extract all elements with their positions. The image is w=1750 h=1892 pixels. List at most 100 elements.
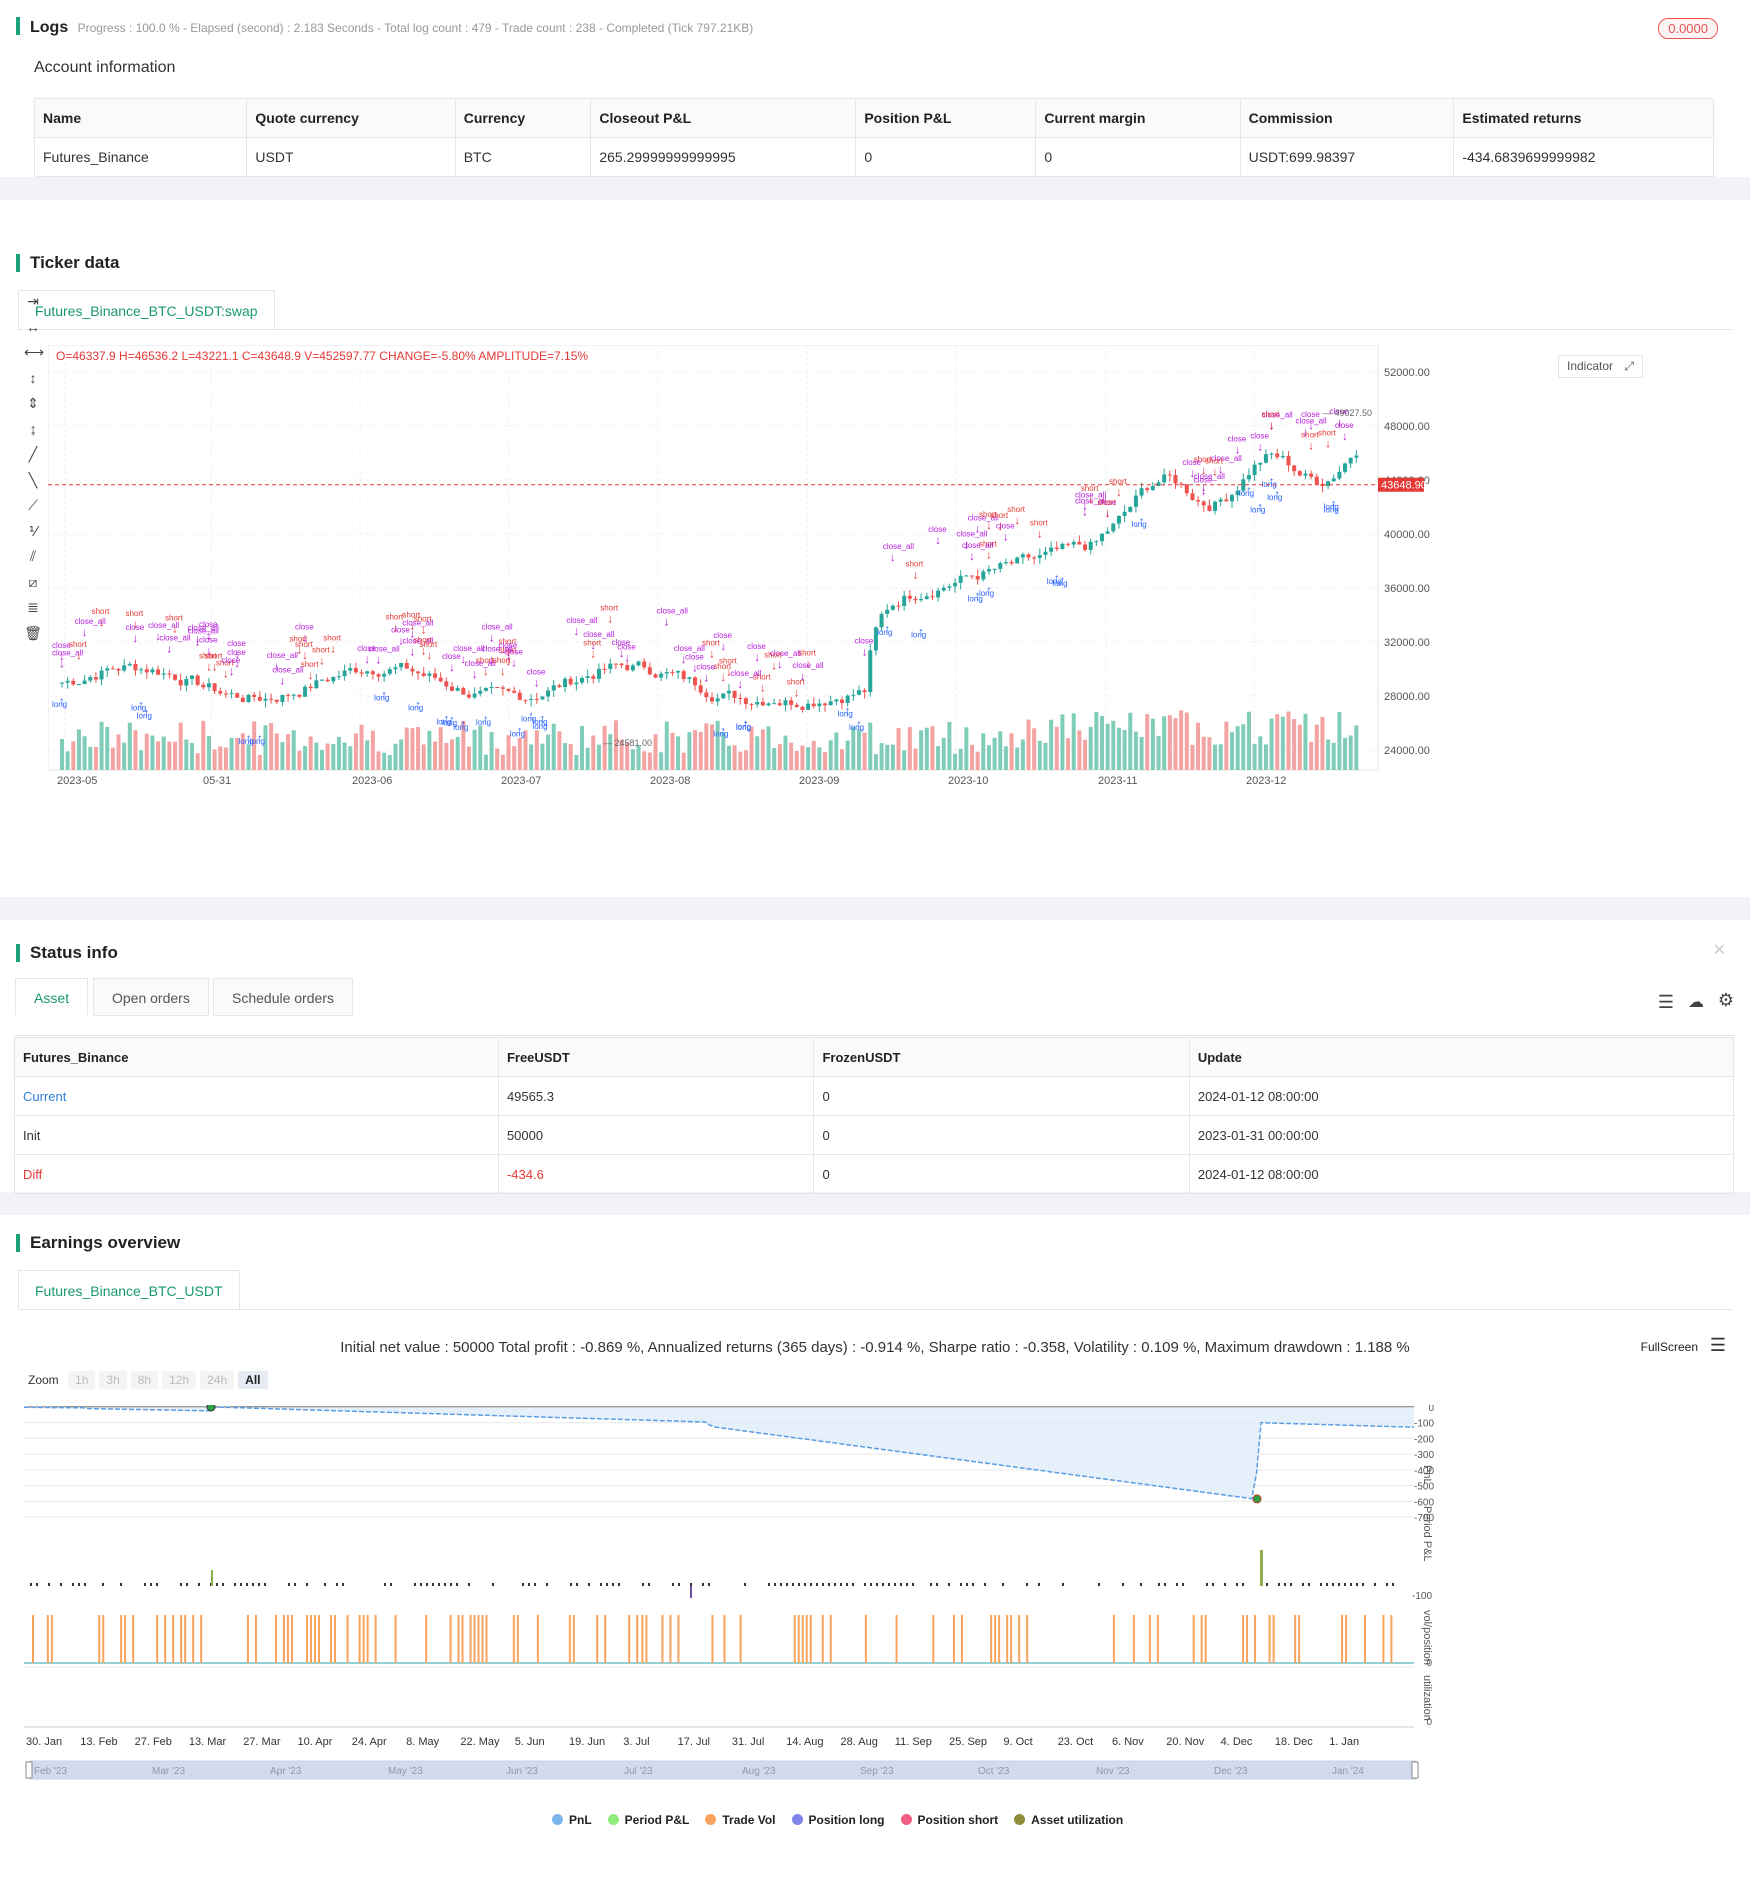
trade-arrow-icon: ↓	[1014, 513, 1020, 527]
period-bar	[828, 1583, 830, 1586]
candle-body	[913, 598, 918, 601]
zoom-12h[interactable]: 12h	[162, 1371, 197, 1389]
period-bar	[234, 1583, 236, 1586]
fib-icon[interactable]: ⅟	[24, 522, 42, 540]
tab-schedule-orders[interactable]: Schedule orders	[213, 978, 353, 1016]
cloud-icon[interactable]: ☁	[1688, 992, 1704, 1012]
volume-bar	[257, 754, 262, 770]
legend-item[interactable]: Trade Vol	[705, 1813, 776, 1827]
trade-vol-bar	[1010, 1615, 1013, 1663]
volume-bar	[636, 745, 641, 770]
candle-body	[122, 665, 127, 671]
tab-asset[interactable]: Asset	[15, 978, 89, 1016]
candle-body	[342, 670, 347, 677]
candle-body	[755, 702, 760, 705]
pitchfork-icon[interactable]: ⧄	[24, 573, 42, 591]
ray-line-icon[interactable]: ╲	[24, 471, 42, 489]
volume-bar	[1049, 719, 1054, 770]
candle-body	[568, 678, 573, 685]
zoom-8h[interactable]: 8h	[130, 1371, 159, 1389]
candle-body	[195, 675, 200, 685]
candle-body	[127, 663, 132, 666]
volume-bar	[1252, 743, 1257, 770]
zoom-24h[interactable]: 24h	[200, 1371, 235, 1389]
candle-body	[1049, 547, 1054, 552]
volume-bar	[1235, 726, 1240, 770]
volume-bar	[144, 733, 149, 770]
zoom-All[interactable]: All	[238, 1371, 268, 1389]
list-icon[interactable]: ☰	[1658, 992, 1674, 1013]
trade-vol-bar	[254, 1615, 257, 1663]
pnl-tick-label: -200	[1414, 1434, 1434, 1445]
fullscreen-button[interactable]: FullScreen	[1641, 1340, 1698, 1354]
period-bar	[852, 1583, 854, 1586]
trade-arrow-icon: ↓	[308, 668, 314, 682]
menu-icon[interactable]: ☰	[1710, 1335, 1726, 1356]
vertical-line-icon[interactable]: ⇕	[24, 394, 42, 412]
candle-body	[941, 587, 946, 591]
close-icon[interactable]: ✕	[1713, 940, 1726, 960]
trash-icon[interactable]: 🗑	[24, 624, 42, 642]
volume-bar	[444, 742, 449, 770]
table-row: Init 50000 0 2023-01-31 00:00:00	[14, 1115, 1735, 1155]
logs-badge[interactable]: 0.0000	[1658, 18, 1718, 39]
parallel-channel-icon[interactable]: ⫽	[24, 547, 42, 565]
extended-line-icon[interactable]: ⟋	[24, 496, 42, 514]
account-col-4: Position P&L	[855, 98, 1037, 138]
candle-body	[1060, 543, 1065, 549]
period-bar	[1122, 1583, 1124, 1586]
horizontal-ray-icon[interactable]: ⇥	[24, 292, 42, 310]
legend-item[interactable]: Asset utilization	[1014, 1813, 1123, 1827]
candle-body	[772, 703, 777, 705]
volume-bar	[1037, 740, 1042, 770]
trade-vol-bar	[512, 1615, 515, 1663]
candle-body	[263, 698, 268, 701]
period-bar	[600, 1583, 602, 1586]
legend-item[interactable]: Position long	[791, 1813, 885, 1827]
navigator-tick-label: Aug '23	[742, 1766, 776, 1777]
legend-item[interactable]: Position short	[900, 1813, 998, 1827]
candle-body	[1230, 495, 1234, 502]
expand-icon[interactable]: ⤢	[1624, 359, 1634, 373]
legend-item[interactable]: PnL	[552, 1813, 592, 1827]
earnings-tab[interactable]: Futures_Binance_BTC_USDT	[18, 1270, 240, 1310]
trade-vol-bar	[568, 1615, 571, 1663]
tab-open-orders[interactable]: Open orders	[93, 978, 209, 1016]
volume-bar	[1326, 739, 1331, 770]
plot-area	[47, 344, 1379, 771]
trade-vol-bar	[290, 1615, 293, 1663]
text-icon[interactable]: ≣	[24, 598, 42, 616]
trade-arrow-icon: ↓	[1269, 418, 1275, 432]
asset-col-2: FrozenUSDT	[813, 1037, 1190, 1077]
trade-arrow-icon: ↓	[664, 614, 670, 628]
volume-bar	[110, 747, 115, 770]
ticker-tab[interactable]: Futures_Binance_BTC_USDT:swap	[18, 290, 275, 330]
candle-body	[416, 671, 421, 674]
zoom-3h[interactable]: 3h	[99, 1371, 127, 1389]
candle-body	[1111, 523, 1116, 532]
horizontal-line-icon[interactable]: ↔	[24, 318, 42, 336]
range-icon[interactable]: ⟷	[24, 343, 44, 361]
gear-icon[interactable]: ⚙	[1718, 990, 1734, 1011]
y-tick-label: 48000.00	[1384, 421, 1430, 433]
trade-arrow-icon: ↓	[279, 674, 285, 688]
asset-table: Futures_Binance FreeUSDT FrozenUSDT Update …	[14, 1037, 1735, 1194]
volume-bar	[817, 747, 822, 770]
zoom-1h[interactable]: 1h	[68, 1371, 96, 1389]
period-bar	[1386, 1583, 1388, 1586]
y-tick-label: 36000.00	[1384, 583, 1430, 595]
vertical-range-icon[interactable]: ↨	[24, 420, 42, 438]
candle-body	[738, 698, 743, 700]
candle-chart[interactable]: 52000.0048000.0044000.0040000.0036000.00…	[47, 344, 1738, 885]
candle-body	[1150, 486, 1155, 490]
navigator-tick-label: Nov '23	[1096, 1766, 1130, 1777]
navigator-tick-label: Sep '23	[860, 1766, 894, 1777]
period-bar	[438, 1583, 440, 1586]
vertical-ray-icon[interactable]: ↕	[24, 369, 42, 387]
trend-line-icon[interactable]: ╱	[24, 445, 42, 463]
period-bar	[792, 1583, 794, 1586]
indicator-button[interactable]: Indicator ⤢	[1558, 355, 1643, 378]
pnl-tick-label: -300	[1414, 1450, 1434, 1461]
trade-vol-bar	[895, 1615, 898, 1663]
legend-item[interactable]: Period P&L	[607, 1813, 689, 1827]
